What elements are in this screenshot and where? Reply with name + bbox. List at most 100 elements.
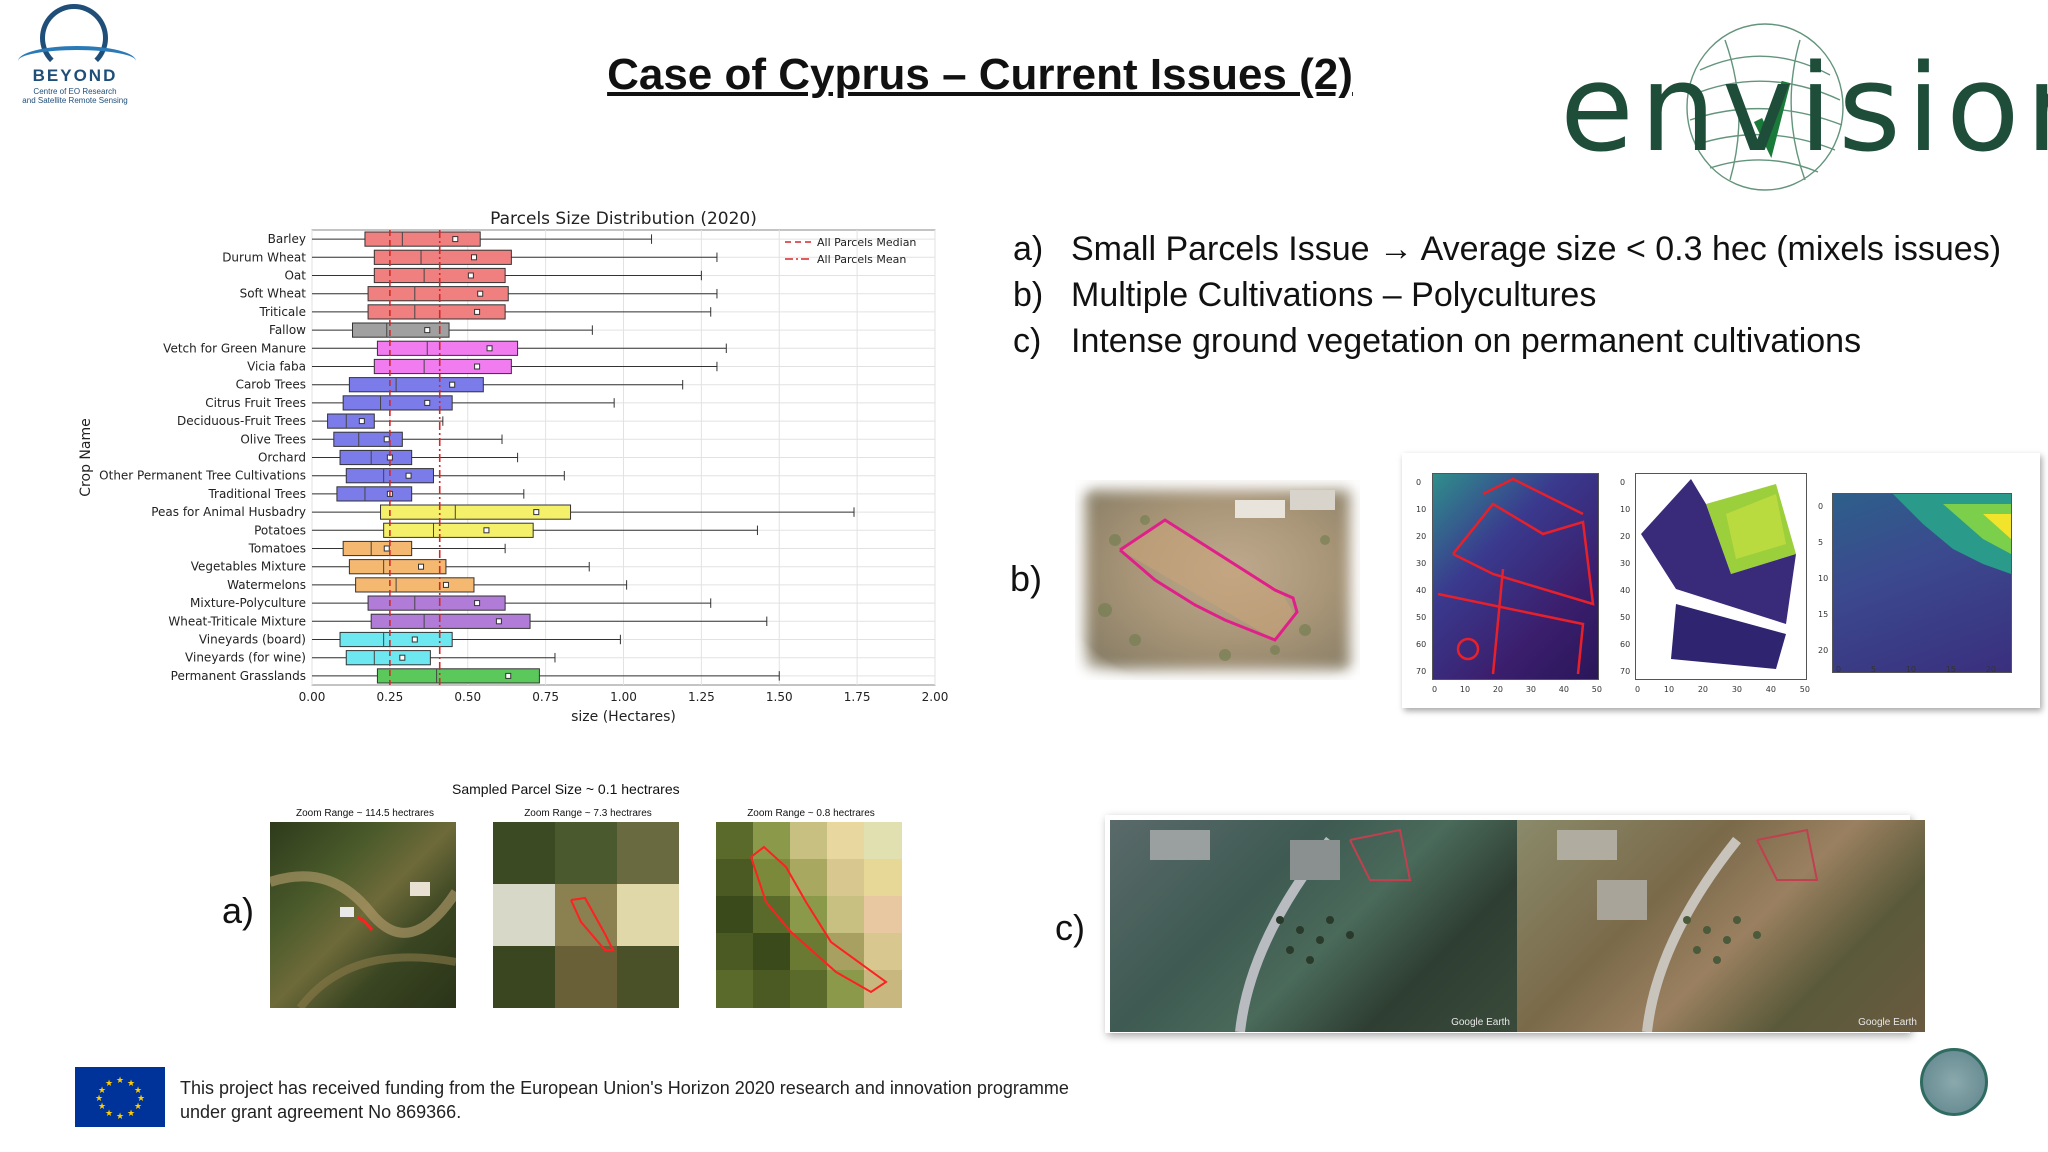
slide-nav-button[interactable] — [1920, 1048, 1988, 1116]
ytick: 50 — [1416, 613, 1427, 622]
ytick: 0 — [1620, 478, 1626, 487]
mean-marker — [477, 290, 484, 297]
xtick: 40 — [1765, 685, 1776, 694]
ytick: 60 — [1620, 640, 1631, 649]
y-tick-label: Olive Trees — [240, 432, 306, 446]
y-tick-label: Mixture-Polyculture — [190, 596, 306, 610]
xtick: 30 — [1525, 685, 1536, 694]
x-tick-label: 0.25 — [377, 690, 404, 704]
heatmap-2-yticks: 0 10 20 30 40 50 60 70 — [1620, 469, 1630, 685]
heatmap-1-xticks: 0 10 20 30 40 50 — [1432, 685, 1602, 694]
xtick: 50 — [1799, 685, 1810, 694]
box-permanent-grasslands — [376, 668, 540, 684]
xtick: 50 — [1591, 685, 1602, 694]
panel-c-label: c) — [1055, 907, 1085, 948]
ytick: 15 — [1818, 610, 1829, 619]
y-tick-label: Citrus Fruit Trees — [205, 396, 306, 410]
envision-logo: envision — [1560, 10, 2048, 200]
issue-text: Intense ground vegetation on permanent c… — [1071, 322, 1862, 360]
beyond-subtitle-line1: Centre of EO Research — [33, 87, 117, 96]
x-axis-label: size (Hectares) — [571, 709, 676, 725]
y-tick-label: Traditional Trees — [207, 487, 306, 501]
zoom-title-1: Zoom Range ~ 114.5 hectrares — [296, 808, 434, 819]
y-tick-label: Deciduous-Fruit Trees — [177, 414, 306, 428]
ytick: 70 — [1620, 667, 1631, 676]
box-vineyards-board- — [339, 631, 453, 648]
mean-marker — [418, 563, 425, 570]
box-orchard — [339, 449, 413, 466]
mean-marker — [452, 236, 459, 243]
issue-item-a: a) Small Parcels Issue → Average size < … — [1013, 226, 2013, 272]
y-tick-label: Watermelons — [227, 578, 306, 592]
page-title: Case of Cyprus – Current Issues (2) — [607, 50, 1353, 99]
google-earth-photo-2: Google Earth — [1517, 820, 1925, 1032]
ytick: 10 — [1818, 574, 1829, 583]
ytick: 20 — [1620, 532, 1631, 541]
ytick: 10 — [1620, 505, 1631, 514]
ytick: 50 — [1620, 613, 1631, 622]
satellite-zoom-1 — [270, 822, 456, 1008]
issue-text: Small Parcels Issue → Average size < 0.3… — [1071, 230, 2002, 268]
ytick: 20 — [1818, 646, 1829, 655]
heatmap-3-yticks: 0 5 10 15 20 — [1818, 489, 1828, 669]
ytick: 40 — [1416, 586, 1427, 595]
beyond-logo-name: BEYOND — [32, 66, 118, 85]
funding-statement: This project has received funding from t… — [180, 1076, 1180, 1124]
heatmap-2-field — [1641, 479, 1796, 669]
box-deciduous-fruit-trees — [327, 413, 375, 429]
y-tick-label: Oat — [284, 269, 306, 283]
xtick: 20 — [1985, 665, 1996, 674]
y-axis-label: Crop Name — [78, 418, 94, 496]
heatmap-1-yticks: 0 10 20 30 40 50 60 70 — [1416, 469, 1426, 685]
box-barley — [364, 231, 481, 247]
mean-marker — [405, 472, 412, 479]
panel-a-label: a) — [222, 890, 255, 931]
box-tomatoes — [342, 540, 413, 557]
satellite-zoom-3-pixels — [716, 822, 902, 1008]
ytick: 10 — [1416, 505, 1427, 514]
heatmap-3-xticks: 0 5 10 15 20 — [1836, 665, 1996, 674]
issue-letter: b) — [1013, 276, 1044, 314]
xtick: 10 — [1905, 665, 1916, 674]
box-triticale — [367, 304, 506, 320]
issue-item-c: c) Intense ground vegetation on permanen… — [1013, 318, 2013, 364]
mean-marker — [424, 327, 431, 334]
eu-flag-stars: ★ ★★★ ★★★★ ★★★★ — [95, 1076, 145, 1122]
zoom-title-3: Zoom Range ~ 0.8 hectrares — [747, 808, 875, 819]
issue-item-b: b) Multiple Cultivations – Polycultures — [1013, 272, 2013, 318]
ytick: 60 — [1416, 640, 1427, 649]
y-tick-label: Orchard — [258, 451, 306, 465]
mean-marker — [467, 272, 474, 279]
satellite-heatmaps: 0 10 20 30 40 50 60 70 0 10 20 30 40 50 … — [1402, 453, 2040, 708]
y-tick-label: Potatoes — [254, 523, 306, 537]
mean-marker — [470, 254, 477, 261]
mean-marker — [474, 308, 481, 315]
svg-text:★: ★ — [105, 1079, 113, 1089]
ytick: 30 — [1620, 559, 1631, 568]
heatmap-2-xticks: 0 10 20 30 40 50 — [1635, 685, 1810, 694]
x-tick-label: 0.75 — [532, 690, 559, 704]
sampled-parcel-title: Sampled Parcel Size ~ 0.1 hectrares — [452, 781, 680, 797]
xtick: 5 — [1870, 665, 1876, 674]
y-tick-label: Permanent Grasslands — [171, 669, 306, 683]
y-tick-label: Vineyards (for wine) — [185, 651, 306, 665]
svg-text:★: ★ — [134, 1102, 142, 1112]
xtick: 0 — [1635, 685, 1641, 694]
heatmap-1 — [1432, 473, 1599, 680]
mean-marker — [424, 399, 431, 406]
box-mixture-polyculture — [367, 595, 506, 611]
y-tick-label: Fallow — [269, 323, 306, 337]
funding-line-2: under grant agreement No 869366. — [180, 1102, 462, 1122]
google-earth-watermark: Google Earth — [1858, 1017, 1917, 1028]
xtick: 15 — [1945, 665, 1956, 674]
box-vineyards-for-wine- — [345, 650, 431, 666]
y-tick-label: Durum Wheat — [222, 250, 306, 264]
beyond-logo: BEYOND Centre of EO Research and Satelli… — [10, 0, 140, 115]
mean-marker — [442, 581, 449, 588]
satellite-zoom-2 — [493, 822, 679, 1008]
mean-marker — [483, 527, 490, 534]
x-tick-label: 1.75 — [844, 690, 871, 704]
y-tick-label: Tomatoes — [248, 542, 306, 556]
xtick: 20 — [1492, 685, 1504, 694]
eu-flag-icon: ★ ★ ★ ★ ★ ★ ★ ★ ★ ★ ★ ★ — [75, 1067, 165, 1127]
